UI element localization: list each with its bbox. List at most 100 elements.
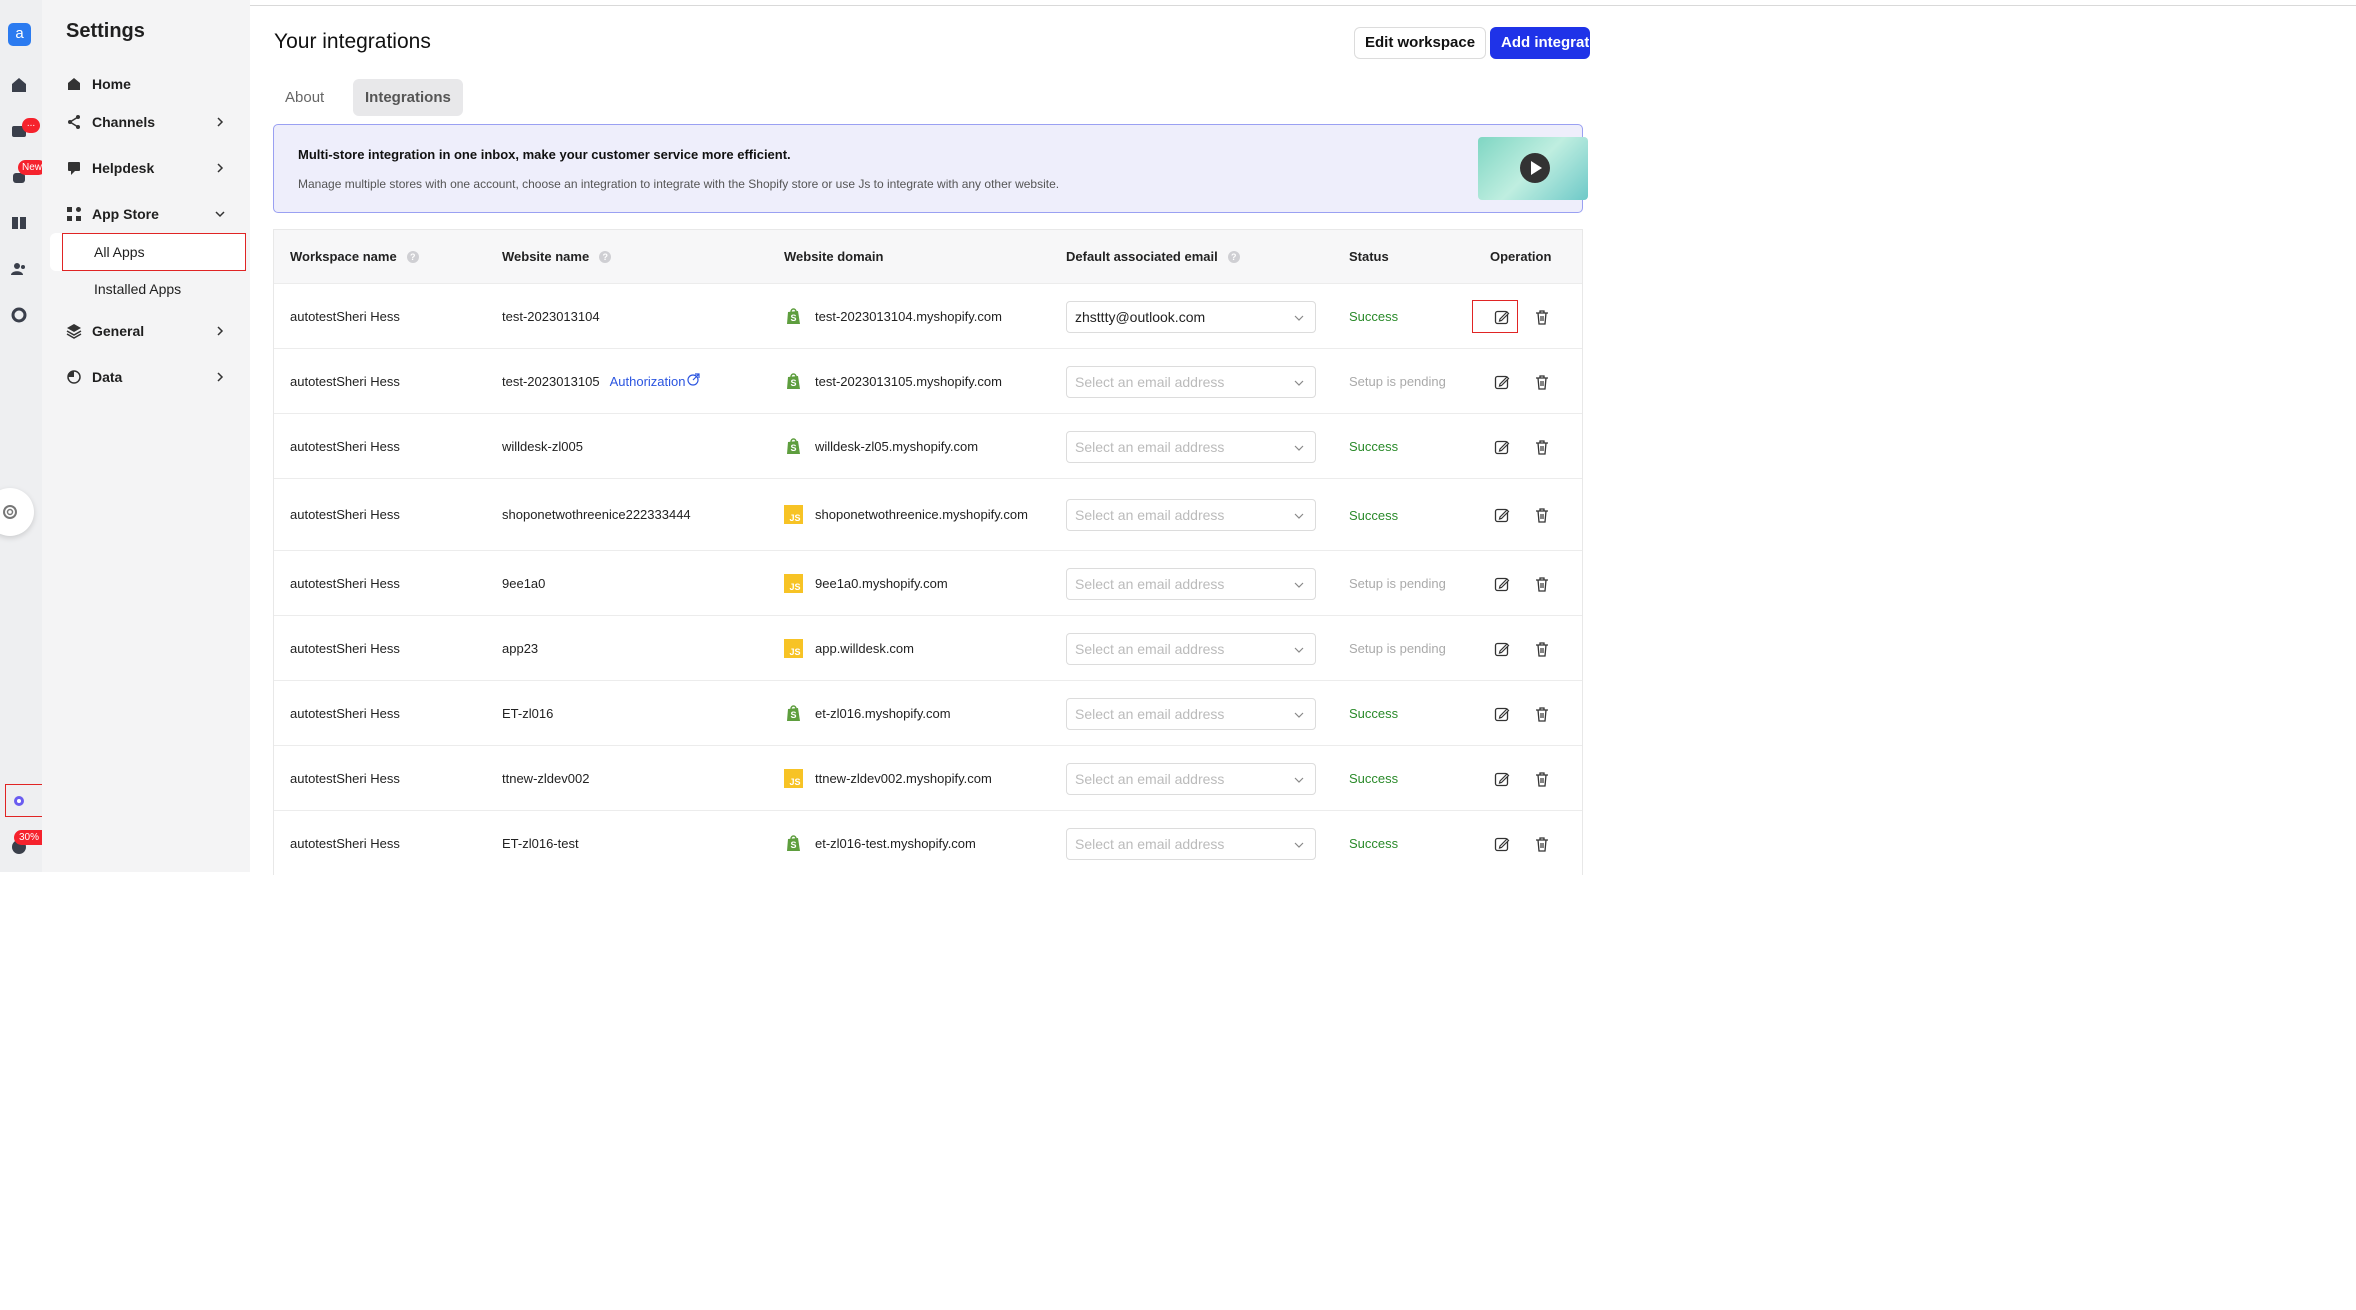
video-thumbnail[interactable] bbox=[1478, 137, 1588, 200]
chevron-down-icon bbox=[1293, 644, 1305, 656]
svg-text:S: S bbox=[790, 378, 796, 388]
email-select[interactable]: Select an email address bbox=[1066, 828, 1316, 860]
email-select[interactable]: Select an email address bbox=[1066, 568, 1316, 600]
email-select[interactable]: zhsttty@outlook.com bbox=[1066, 301, 1316, 333]
home-icon[interactable] bbox=[10, 76, 28, 94]
chevron-down-icon bbox=[1293, 312, 1305, 324]
app-logo[interactable]: a bbox=[8, 23, 31, 46]
tab-about[interactable]: About bbox=[273, 79, 336, 116]
svg-text:S: S bbox=[790, 840, 796, 850]
chevron-down-icon bbox=[1293, 774, 1305, 786]
edit-icon[interactable] bbox=[1494, 706, 1510, 722]
layers-icon bbox=[66, 323, 82, 339]
website-name-cell: ET-zl016-test bbox=[502, 835, 579, 851]
help-icon[interactable]: ? bbox=[1227, 250, 1240, 263]
settings-float-button[interactable] bbox=[0, 488, 34, 536]
delete-icon[interactable] bbox=[1534, 374, 1550, 390]
workspace-name-cell: autotestSheri Hess bbox=[290, 308, 400, 324]
email-select[interactable]: Select an email address bbox=[1066, 431, 1316, 463]
icon-rail: a ... New 30% OFF bbox=[0, 0, 67, 872]
edit-icon[interactable] bbox=[1494, 641, 1510, 657]
delete-icon[interactable] bbox=[1534, 771, 1550, 787]
sidebar-item-label: Data bbox=[92, 369, 123, 385]
workspace-name-cell: autotestSheri Hess bbox=[290, 835, 400, 851]
sidebar-item-general[interactable]: General bbox=[66, 319, 226, 343]
sidebar-item-data[interactable]: Data bbox=[66, 365, 226, 389]
website-name-cell: ET-zl016 bbox=[502, 705, 554, 721]
help-icon[interactable]: ? bbox=[406, 250, 419, 263]
website-domain-cell: JS 9ee1a0.myshopify.com bbox=[784, 551, 1035, 615]
edit-icon[interactable] bbox=[1494, 374, 1510, 390]
website-name-cell: test-2023013105 Authorization bbox=[502, 349, 701, 413]
svg-text:JS: JS bbox=[789, 777, 800, 787]
sidebar-subitem-installed-apps[interactable]: Installed Apps bbox=[50, 270, 246, 308]
email-select-value: Select an email address bbox=[1075, 706, 1225, 722]
chevron-down-icon bbox=[1293, 579, 1305, 591]
delete-icon[interactable] bbox=[1534, 836, 1550, 852]
table-row: autotestSheri Hess ET-zl016 Set-zl016.mysh… bbox=[274, 680, 1582, 745]
add-integration-button[interactable]: Add integration bbox=[1490, 27, 1590, 59]
workspace-name-cell: autotestSheri Hess bbox=[290, 438, 400, 454]
unread-badge: ... bbox=[22, 118, 40, 133]
edit-icon[interactable] bbox=[1494, 836, 1510, 852]
play-icon[interactable] bbox=[1520, 153, 1550, 183]
table-row: autotestSheri Hess test-2023013105 Authori… bbox=[274, 348, 1582, 413]
chevron-down-icon bbox=[1293, 510, 1305, 522]
sidebar-item-helpdesk[interactable]: Helpdesk bbox=[66, 156, 226, 180]
main-content: Your integrations Edit workspace Add int… bbox=[250, 6, 2356, 1310]
svg-text:S: S bbox=[790, 710, 796, 720]
status-text: Setup is pending bbox=[1349, 576, 1446, 591]
email-select[interactable]: Select an email address bbox=[1066, 763, 1316, 795]
edit-button-highlight bbox=[1472, 300, 1518, 333]
delete-icon[interactable] bbox=[1534, 641, 1550, 657]
chevron-down-icon bbox=[1293, 442, 1305, 454]
workspace-name-cell: autotestSheri Hess bbox=[290, 770, 400, 786]
edit-icon[interactable] bbox=[1494, 507, 1510, 523]
authorization-link[interactable]: Authorization bbox=[610, 373, 701, 389]
apps-icon bbox=[66, 206, 82, 222]
table-row: autotestSheri Hess ET-zl016-test Set-zl016… bbox=[274, 810, 1582, 875]
website-domain-cell: JS ttnew-zldev002.myshopify.com bbox=[784, 746, 1035, 810]
email-select[interactable]: Select an email address bbox=[1066, 698, 1316, 730]
delete-icon[interactable] bbox=[1534, 706, 1550, 722]
website-domain-cell: Set-zl016.myshopify.com bbox=[784, 681, 1035, 745]
sidebar-title: Settings bbox=[66, 20, 145, 42]
integrations-table: Workspace name? Website name? Website do… bbox=[273, 229, 1583, 875]
sidebar-item-label: Home bbox=[92, 76, 131, 92]
status-text: Success bbox=[1349, 439, 1399, 454]
chevron-down-icon bbox=[1293, 709, 1305, 721]
sidebar-item-app-store[interactable]: App Store bbox=[66, 202, 226, 226]
workspace-name-cell: autotestSheri Hess bbox=[290, 507, 400, 522]
website-name-cell: shoponetwothreenice222333444 bbox=[502, 507, 691, 522]
tab-integrations[interactable]: Integrations bbox=[353, 79, 463, 116]
website-name-cell: 9ee1a0 bbox=[502, 575, 546, 591]
chevron-down-icon bbox=[1293, 377, 1305, 389]
delete-icon[interactable] bbox=[1534, 507, 1550, 523]
table-row: autotestSheri Hess app23 JS app.willdesk.co… bbox=[274, 615, 1582, 680]
book-icon[interactable] bbox=[10, 214, 28, 232]
email-select[interactable]: Select an email address bbox=[1066, 633, 1316, 665]
website-name-cell: app23 bbox=[502, 640, 539, 656]
email-select[interactable]: Select an email address bbox=[1066, 499, 1316, 531]
delete-icon[interactable] bbox=[1534, 309, 1550, 325]
col-default-email: Default associated email? bbox=[1066, 230, 1240, 283]
help-icon[interactable]: ? bbox=[599, 250, 612, 263]
edit-workspace-button[interactable]: Edit workspace bbox=[1354, 27, 1487, 59]
analytics-icon[interactable] bbox=[10, 306, 28, 324]
chevron-right-icon bbox=[214, 116, 226, 128]
delete-icon[interactable] bbox=[1534, 439, 1550, 455]
sidebar-item-channels[interactable]: Channels bbox=[66, 110, 226, 134]
website-name-cell: test-2023013104 bbox=[502, 308, 600, 324]
sidebar-item-home[interactable]: Home bbox=[66, 72, 226, 96]
svg-text:S: S bbox=[790, 443, 796, 453]
info-banner: Multi-store integration in one inbox, ma… bbox=[273, 124, 1588, 213]
delete-icon[interactable] bbox=[1534, 576, 1550, 592]
users-icon[interactable] bbox=[10, 260, 28, 278]
home-icon bbox=[66, 76, 82, 92]
edit-icon[interactable] bbox=[1494, 439, 1510, 455]
edit-icon[interactable] bbox=[1494, 576, 1510, 592]
shopify-icon: S bbox=[784, 372, 803, 391]
email-select[interactable]: Select an email address bbox=[1066, 366, 1316, 398]
edit-icon[interactable] bbox=[1494, 771, 1510, 787]
svg-text:JS: JS bbox=[789, 513, 800, 523]
